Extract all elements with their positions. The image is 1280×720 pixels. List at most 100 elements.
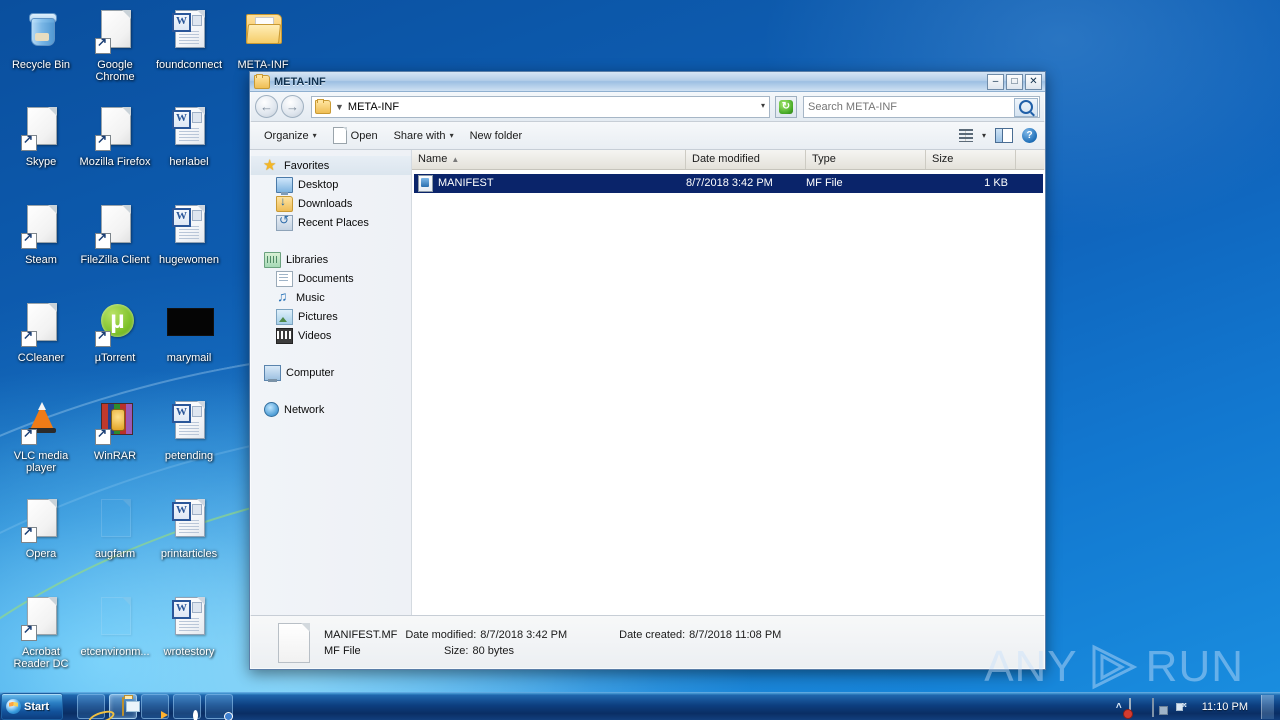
show-hidden-icons-icon[interactable]: ˄	[1116, 701, 1122, 712]
change-view-icon[interactable]	[958, 129, 973, 142]
refresh-button[interactable]: ↻	[775, 95, 797, 118]
view-dropdown-chevron-icon[interactable]: ▾	[982, 131, 986, 140]
desktop-icon[interactable]: etcenvironm...	[78, 595, 152, 658]
navpane-group-network[interactable]: Network	[250, 400, 411, 419]
desktop-icon[interactable]: marymail	[152, 301, 226, 364]
shortcut-arrow-icon	[21, 133, 37, 151]
column-header-size[interactable]: Size	[926, 150, 1016, 169]
table-row[interactable]: MANIFEST 8/7/2018 3:42 PM MF File 1 KB	[414, 174, 1043, 193]
breadcrumb[interactable]: META-INF	[348, 101, 399, 113]
desktop-icon[interactable]: Google Chrome	[78, 8, 152, 83]
navpane-item-pictures[interactable]: Pictures	[250, 307, 411, 326]
desktop-icon[interactable]: Wwrotestory	[152, 595, 226, 658]
close-button[interactable]: ✕	[1025, 74, 1042, 90]
desktop-icon[interactable]: µTorrent	[78, 301, 152, 364]
desktop-icon[interactable]: VLC media player	[4, 399, 78, 474]
word-document-icon: W	[165, 399, 213, 447]
navpane-item-label: Videos	[298, 329, 332, 342]
window-title: META-INF	[274, 75, 326, 88]
desktop-icon[interactable]: FileZilla Client	[78, 203, 152, 266]
chevron-down-icon: ▾	[312, 131, 317, 140]
explorer-window[interactable]: META-INF – □ ✕ ← → ▼ META-INF ▾ ↻ Search…	[249, 71, 1046, 670]
share-with-button[interactable]: Share with ▾	[386, 125, 462, 147]
volume-icon[interactable]	[1175, 699, 1191, 715]
navpane-group-favorites[interactable]: Favorites	[250, 156, 411, 175]
navpane-item-label: Recent Places	[298, 216, 369, 229]
navpane-item-videos[interactable]: Videos	[250, 326, 411, 345]
navpane-item-music[interactable]: Music	[250, 288, 411, 307]
desktop-icon[interactable]: augfarm	[78, 497, 152, 560]
navpane-group-computer[interactable]: Computer	[250, 363, 411, 382]
address-bar[interactable]: ▼ META-INF ▾	[311, 95, 770, 118]
desktop-icon[interactable]: Opera	[4, 497, 78, 560]
navpane-item-recent-places[interactable]: Recent Places	[250, 213, 411, 232]
help-icon[interactable]: ?	[1022, 128, 1037, 143]
desktop-icon[interactable]: Whugewomen	[152, 203, 226, 266]
navigation-pane[interactable]: Favorites Desktop Downloads Recent Places Li…	[250, 150, 412, 615]
desktop-icon[interactable]: Wherlabel	[152, 105, 226, 168]
taskbar-item-internet-explorer[interactable]	[77, 694, 105, 719]
navpane-item-documents[interactable]: Documents	[250, 269, 411, 288]
desktop-icon-label: augfarm	[94, 548, 136, 560]
desktop-icon-label: µTorrent	[94, 352, 136, 364]
file-pane: Name ▲ Date modified Type Size MANIFEST 8/7/2…	[412, 150, 1045, 615]
taskbar-item-opera[interactable]	[173, 694, 201, 719]
navpane-item-label: Documents	[298, 272, 354, 285]
network-icon[interactable]	[1151, 697, 1168, 717]
search-input[interactable]	[804, 97, 1018, 116]
desktop-icon[interactable]: CCleaner	[4, 301, 78, 364]
cell-name[interactable]: MANIFEST	[414, 174, 686, 193]
navpane-item-desktop[interactable]: Desktop	[250, 175, 411, 195]
desktop-icon[interactable]: META-INF	[226, 8, 300, 71]
start-button[interactable]: Start	[1, 693, 63, 720]
desktop-icon[interactable]: Skype	[4, 105, 78, 168]
shortcut-arrow-icon	[21, 231, 37, 249]
column-headers[interactable]: Name ▲ Date modified Type Size	[412, 150, 1045, 170]
minimize-button[interactable]: –	[987, 74, 1004, 90]
open-button[interactable]: Open	[325, 125, 386, 147]
column-header-date-modified[interactable]: Date modified	[686, 150, 806, 169]
show-desktop-button[interactable]	[1261, 694, 1274, 719]
detail-file-name: MANIFEST.MF	[324, 628, 398, 641]
recycle-bin-icon	[29, 11, 57, 46]
window-titlebar[interactable]: META-INF – □ ✕	[250, 72, 1045, 92]
column-header-name[interactable]: Name ▲	[412, 150, 686, 169]
desktop-icon[interactable]: Mozilla Firefox	[78, 105, 152, 168]
network-icon	[264, 402, 279, 417]
desktop-icon[interactable]: Steam	[4, 203, 78, 266]
address-dropdown-icon[interactable]: ▾	[761, 101, 765, 110]
action-center-flag-icon[interactable]	[1128, 697, 1145, 717]
navpane-group-libraries[interactable]: Libraries	[250, 250, 411, 269]
navpane-item-label: Music	[296, 291, 325, 304]
navpane-spacer	[250, 232, 411, 250]
desktop-icon[interactable]: Recycle Bin	[4, 8, 78, 71]
maximize-button[interactable]: □	[1006, 74, 1023, 90]
search-button[interactable]	[1014, 97, 1038, 117]
black-thumbnail-icon	[167, 308, 214, 336]
desktop[interactable]: Recycle Bin Google Chrome Wfoundconnect MET…	[0, 0, 1280, 720]
clock[interactable]: 11:10 PM	[1198, 701, 1252, 713]
detail-file-type: MF File	[324, 644, 361, 657]
new-folder-button[interactable]: New folder	[462, 125, 531, 147]
desktop-icon[interactable]: Wfoundconnect	[152, 8, 226, 71]
word-document-icon: W	[165, 203, 213, 251]
desktop-icon[interactable]: Wprintarticles	[152, 497, 226, 560]
file-list[interactable]: MANIFEST 8/7/2018 3:42 PM MF File 1 KB	[412, 170, 1045, 615]
desktop-icon[interactable]: Acrobat Reader DC	[4, 595, 78, 670]
shortcut-arrow-icon	[95, 133, 111, 151]
taskbar-item-windows-media-player[interactable]	[141, 694, 169, 719]
column-header-type[interactable]: Type	[806, 150, 926, 169]
word-document-icon: W	[172, 401, 205, 439]
navpane-item-downloads[interactable]: Downloads	[250, 194, 411, 213]
organize-button[interactable]: Organize ▾	[256, 125, 325, 147]
taskbar-item-google-chrome[interactable]	[205, 694, 233, 719]
forward-button[interactable]: →	[281, 95, 304, 118]
blank-document-shortcut-icon	[17, 203, 65, 251]
search-box[interactable]	[803, 95, 1040, 118]
taskbar[interactable]: Start ˄ 11:10 PM	[0, 692, 1280, 720]
desktop-icon[interactable]: WinRAR	[78, 399, 152, 462]
preview-pane-icon[interactable]	[995, 128, 1013, 143]
blank-document-shortcut-icon	[17, 105, 65, 153]
back-button[interactable]: ←	[255, 95, 278, 118]
desktop-icon[interactable]: Wpetending	[152, 399, 226, 462]
